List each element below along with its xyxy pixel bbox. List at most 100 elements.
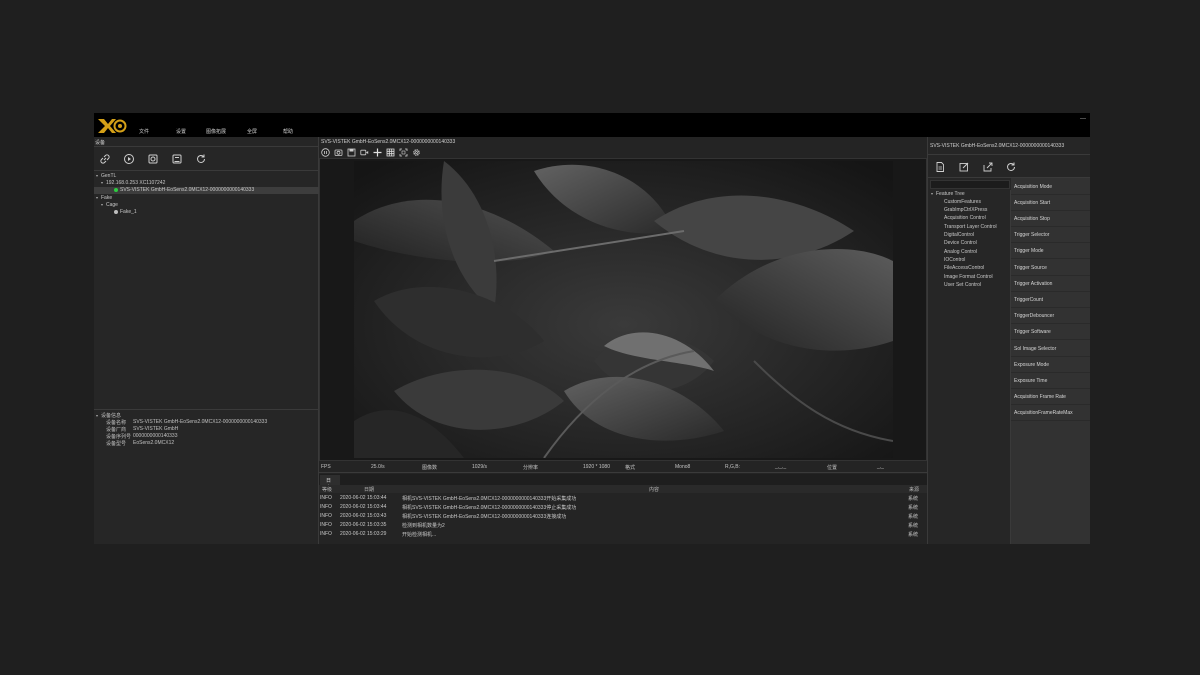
refresh-icon[interactable] <box>195 153 207 165</box>
feature-tree-root[interactable]: ▾ Feature Tree <box>931 191 965 197</box>
menu-file[interactable]: 文件 <box>139 128 149 135</box>
log-col-source[interactable]: 来源 <box>909 486 919 493</box>
device-info-row: 设备序列号 <box>106 434 132 440</box>
edit-icon[interactable] <box>958 161 970 173</box>
device-toolbar <box>94 147 319 171</box>
menu-help[interactable]: 帮助 <box>283 128 293 135</box>
menu-image-extension[interactable]: 图像拓展 <box>206 128 226 135</box>
title-bar: 文件 设置 图像拓展 全屏 帮助 — <box>94 113 1090 137</box>
log-col-level[interactable]: 等级 <box>322 486 332 493</box>
table-row[interactable]: INFO 2020-06-02 15:03:35 检测到相机数量为2 系统 <box>319 520 927 529</box>
device-connected-icon <box>114 187 118 192</box>
format-value: Mono8 <box>675 464 691 470</box>
camera-live-image <box>354 161 893 458</box>
feature-item[interactable]: Trigger Activation <box>1011 276 1090 292</box>
tree-node-fake[interactable]: ▾ Fake <box>94 195 319 202</box>
feature-item[interactable]: Exposure Time <box>1011 373 1090 389</box>
device-info-row: 设备型号 <box>106 441 127 447</box>
viewer-toolbar <box>319 147 927 158</box>
camera-list-icon[interactable] <box>171 153 183 165</box>
feature-item[interactable]: Sol Image Selector <box>1011 341 1090 357</box>
feature-tree-item[interactable]: CustomFeatures <box>944 199 981 205</box>
tree-node-cage[interactable]: ▾ Cage <box>94 202 319 209</box>
viewer-title: SVS-VISTEK GmbH-EoSens2.0MCX12-000000000… <box>321 139 456 145</box>
feature-item[interactable]: Trigger Mode <box>1011 243 1090 259</box>
crosshair-icon[interactable] <box>373 148 382 157</box>
device-info-panel: ▾ 设备信息 设备名称 SVS-VISTEK GmbH-EoSens2.0MCX1… <box>94 409 319 544</box>
feature-tree-item[interactable]: Analog Control <box>944 249 977 255</box>
table-row[interactable]: INFO 2020-06-02 15:03:44 相机SVS-VISTEK Gm… <box>319 493 927 502</box>
feature-item[interactable]: Acquisition Start <box>1011 195 1090 211</box>
frames-label: 图像数 <box>422 465 438 471</box>
feature-item[interactable]: TriggerDebouncer <box>1011 308 1090 324</box>
feature-item[interactable]: TriggerCount <box>1011 292 1090 308</box>
refresh-icon[interactable] <box>1005 161 1017 173</box>
table-row[interactable]: INFO 2020-06-02 15:03:29 开始检测相机... 系统 <box>319 529 927 538</box>
feature-item[interactable]: Acquisition Mode <box>1011 179 1090 195</box>
device-info-value: SVS-VISTEK GmbH <box>133 426 179 432</box>
feature-tree-item[interactable]: User Set Control <box>944 282 981 288</box>
play-circle-icon[interactable] <box>123 153 135 165</box>
device-idle-icon <box>114 209 118 214</box>
feature-item[interactable]: Trigger Software <box>1011 324 1090 340</box>
tree-node-fake-device[interactable]: Fake_1 <box>94 209 319 216</box>
feature-item[interactable]: Acquisition Stop <box>1011 211 1090 227</box>
pause-icon[interactable] <box>321 148 330 157</box>
feature-tree-item[interactable]: FileAccessControl <box>944 265 984 271</box>
feature-tree-item[interactable]: Device Control <box>944 240 977 246</box>
table-row[interactable]: INFO 2020-06-02 15:03:43 相机SVS-VISTEK Gm… <box>319 511 927 520</box>
fps-value: 25.0/s <box>371 464 385 470</box>
snapshot-icon[interactable] <box>334 148 343 157</box>
device-panel-header: 设备 <box>94 137 319 147</box>
tree-node-interface[interactable]: ▾ 192.168.0.253 XC1107242 <box>94 180 319 187</box>
tree-node-device-svs[interactable]: SVS-VISTEK GmbH-EoSens2.0MCX12-000000000… <box>94 187 319 194</box>
log-tab-bar: 日志 <box>319 474 927 491</box>
document-icon[interactable] <box>934 161 946 173</box>
camera-settings-icon[interactable] <box>147 153 159 165</box>
resolution-value: 1920 * 1080 <box>583 464 610 470</box>
position-label: 位置 <box>827 465 838 471</box>
export-icon[interactable] <box>982 161 994 173</box>
feature-item[interactable]: Exposure Mode <box>1011 357 1090 373</box>
device-panel: 设备 ▾ GenTL ▾ 192.168.0.253 XC1107242 SVS… <box>94 137 319 544</box>
menu-settings[interactable]: 设置 <box>176 128 186 135</box>
feature-search-input[interactable] <box>930 180 1010 189</box>
feature-item[interactable]: Acquisition Frame Rate <box>1011 389 1090 405</box>
log-col-date[interactable]: 日期 <box>364 486 374 493</box>
status-bar: FPS 25.0/s 图像数 1029/s 分辨率 1920 * 1080 格式… <box>319 461 927 473</box>
resolution-label: 分辨率 <box>523 465 539 471</box>
device-info-row: 设备厂商 <box>106 427 127 433</box>
feature-panel-title: SVS-VISTEK GmbH-EoSens2.0MCX12-000000000… <box>930 143 1065 149</box>
link-icon[interactable] <box>99 153 111 165</box>
minimize-button[interactable]: — <box>1080 116 1086 122</box>
rgb-label: R,G,B: <box>725 464 741 470</box>
record-icon[interactable] <box>360 148 369 157</box>
device-info-value: 0000000000140333 <box>133 433 178 439</box>
settings-icon[interactable] <box>412 148 421 157</box>
feature-item[interactable]: AcquisitionFrameRateMax <box>1011 405 1090 421</box>
feature-tree-item[interactable]: IOControl <box>944 257 965 263</box>
menu-fullscreen[interactable]: 全屏 <box>247 128 257 135</box>
feature-tree-item[interactable]: Transport Layer Control <box>944 224 997 230</box>
feature-tree-item[interactable]: GrabImpCtrlXPress <box>944 207 987 213</box>
device-info-header[interactable]: ▾ 设备信息 <box>96 412 121 419</box>
device-info-value: SVS-VISTEK GmbH-EoSens2.0MCX12-000000000… <box>133 419 268 425</box>
feature-item[interactable]: Trigger Source <box>1011 260 1090 276</box>
image-viewport[interactable] <box>319 158 927 461</box>
feature-tree-item[interactable]: Acquisition Control <box>944 215 986 221</box>
feature-list: Acquisition Mode Acquisition Start Acqui… <box>1011 178 1090 544</box>
app-logo <box>98 119 127 133</box>
feature-tree-item[interactable]: DigitalControl <box>944 232 974 238</box>
log-col-content[interactable]: 内容 <box>649 486 659 493</box>
feature-tree: ▾ Feature Tree CustomFeatures GrabImpCtrl… <box>928 190 1011 544</box>
tab-log[interactable]: 日志 <box>320 475 340 491</box>
device-info-value: EoSens2.0MCX12 <box>133 440 175 446</box>
feature-tree-item[interactable]: Image Format Control <box>944 274 993 280</box>
save-image-icon[interactable] <box>347 148 356 157</box>
log-table-header: 等级 日期 内容 来源 <box>319 485 927 493</box>
fit-screen-icon[interactable] <box>399 148 408 157</box>
tree-node-gentl[interactable]: ▾ GenTL <box>94 173 319 180</box>
feature-item[interactable]: Trigger Selector <box>1011 227 1090 243</box>
grid-icon[interactable] <box>386 148 395 157</box>
table-row[interactable]: INFO 2020-06-02 15:03:44 相机SVS-VISTEK Gm… <box>319 502 927 511</box>
